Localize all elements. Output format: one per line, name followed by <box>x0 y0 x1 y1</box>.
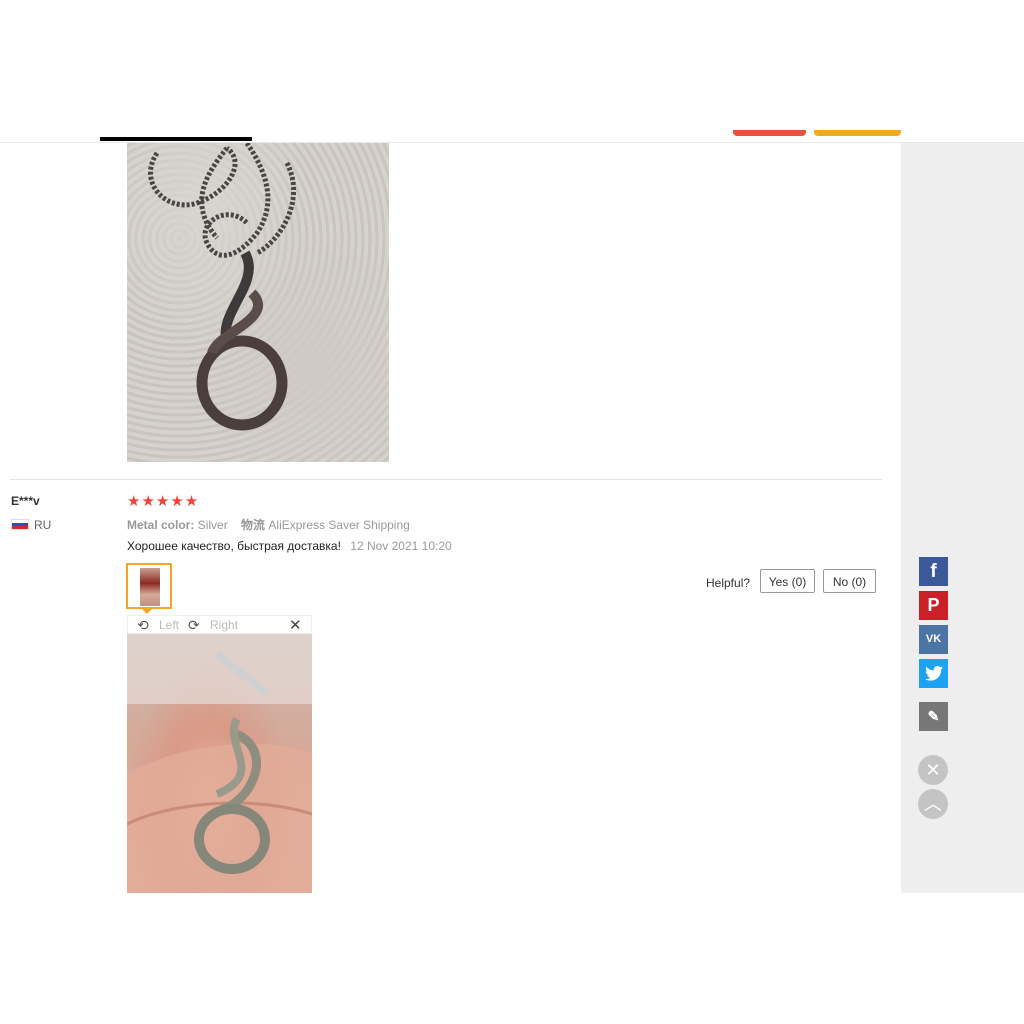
review-sku-info: Metal color: Silver 物流 AliExpress Saver … <box>127 516 410 533</box>
expanded-review-photo[interactable] <box>127 634 312 893</box>
rotate-left-button[interactable]: Left <box>159 618 179 632</box>
review-thumbnail[interactable] <box>126 563 172 609</box>
pinterest-icon: P <box>927 595 940 615</box>
reviewer-name: E***v <box>11 494 40 508</box>
close-circle-icon: ✕ <box>925 760 941 780</box>
review-date: 12 Nov 2021 10:20 <box>350 539 452 553</box>
russia-flag-icon <box>11 519 29 530</box>
helpful-yes-button[interactable]: Yes (0) <box>760 569 815 593</box>
facebook-share-button[interactable]: f <box>919 557 948 586</box>
add-to-cart-button[interactable] <box>814 130 901 136</box>
thumbnail-image <box>140 568 160 606</box>
vk-share-button[interactable]: VK <box>919 625 948 654</box>
write-note-button[interactable]: ✎ <box>919 702 948 731</box>
vk-icon: VK <box>925 633 942 645</box>
review-divider <box>10 479 882 480</box>
metal-color-value: Silver <box>197 518 228 532</box>
previous-review-photo[interactable] <box>127 143 389 462</box>
shipping-label: 物流 <box>241 518 266 532</box>
rotate-right-button[interactable]: Right <box>210 618 238 632</box>
facebook-icon: f <box>930 561 937 582</box>
active-tab-indicator <box>100 137 252 141</box>
pinterest-share-button[interactable]: P <box>919 591 948 620</box>
close-icon[interactable]: ✕ <box>289 616 302 634</box>
twitter-share-button[interactable] <box>919 659 948 688</box>
helpful-no-button[interactable]: No (0) <box>823 569 876 593</box>
metal-color-label: Metal color: <box>127 518 195 532</box>
page-header <box>0 0 1024 143</box>
thumbnail-caret-icon <box>141 608 153 614</box>
review-body: Хорошее качество, быстрая доставка! 12 N… <box>127 539 452 553</box>
reviewer-country: RU <box>34 518 52 532</box>
snake-pendant-in-hand-image <box>127 634 312 893</box>
rotate-left-icon[interactable]: ⟲ <box>137 617 149 634</box>
right-sidebar <box>901 143 1024 893</box>
pencil-icon: ✎ <box>927 708 940 724</box>
close-share-button[interactable]: ✕ <box>918 755 948 785</box>
chevron-up-icon: ︿ <box>924 794 942 814</box>
twitter-icon <box>924 666 943 681</box>
image-rotate-toolbar: ⟲ Left ⟳ Right ✕ <box>127 615 312 634</box>
review-text: Хорошее качество, быстрая доставка! <box>127 539 341 553</box>
helpful-label: Helpful? <box>706 576 751 590</box>
buy-now-button[interactable] <box>733 130 806 136</box>
star-rating: ★★★★★ <box>127 493 200 510</box>
scroll-to-top-button[interactable]: ︿ <box>918 789 948 819</box>
rotate-right-icon[interactable]: ⟳ <box>188 617 200 634</box>
snake-necklace-image <box>148 143 296 431</box>
shipping-value: AliExpress Saver Shipping <box>268 518 410 532</box>
